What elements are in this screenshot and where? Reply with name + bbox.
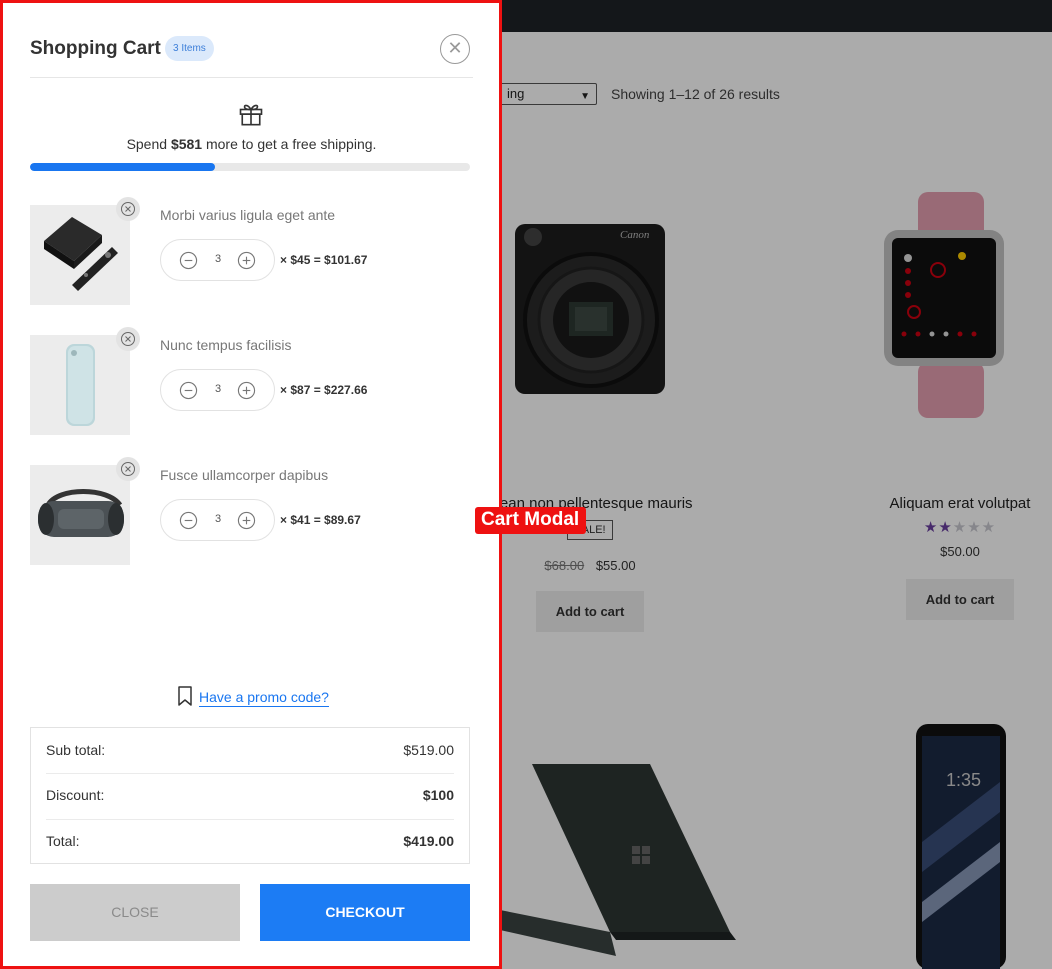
shipping-progress-fill <box>30 163 215 171</box>
gift-icon <box>239 104 263 126</box>
speaker-image <box>38 489 124 537</box>
cart-item-line-total: × $41 = $89.67 <box>280 513 361 527</box>
subtotal-value: $519.00 <box>403 742 454 758</box>
minus-circle-icon[interactable] <box>179 381 198 400</box>
iphone-case-image <box>66 344 95 426</box>
cart-item: Morbi varius ligula eget ante 3 × $45 = … <box>30 197 473 305</box>
bookmark-icon <box>178 686 192 706</box>
cart-item: Nunc tempus facilisis 3 × $87 = $227.66 <box>30 327 473 435</box>
quantity-value[interactable]: 3 <box>203 253 233 265</box>
subtotal-label: Sub total: <box>46 742 106 758</box>
plus-circle-icon[interactable] <box>237 511 256 530</box>
cart-count-badge: 3 Items <box>165 36 214 61</box>
total-value: $419.00 <box>403 833 454 849</box>
quantity-stepper: 3 <box>160 369 275 411</box>
cart-item-thumbnail[interactable] <box>30 205 130 305</box>
checkout-button[interactable]: CHECKOUT <box>260 884 470 941</box>
promo-code-link[interactable]: Have a promo code? <box>199 689 329 707</box>
remove-item-button[interactable] <box>116 327 140 351</box>
cart-item-name[interactable]: Morbi varius ligula eget ante <box>160 207 335 223</box>
cart-item-thumbnail[interactable] <box>30 465 130 565</box>
cart-item: Fusce ullamcorper dapibus 3 × $41 = $89.… <box>30 457 473 565</box>
cart-item-name[interactable]: Fusce ullamcorper dapibus <box>160 467 328 483</box>
cart-item-name[interactable]: Nunc tempus facilisis <box>160 337 292 353</box>
shipping-suffix: more to get a free shipping. <box>202 136 377 152</box>
plus-circle-icon[interactable] <box>237 251 256 270</box>
quantity-stepper: 3 <box>160 239 275 281</box>
annotation-label: Cart Modal <box>475 507 587 534</box>
subtotal-row: Sub total: $519.00 <box>46 728 454 773</box>
header-divider <box>30 77 473 78</box>
total-row: Total: $419.00 <box>46 819 454 864</box>
free-shipping-message: Spend $581 more to get a free shipping. <box>30 136 473 152</box>
minus-circle-icon[interactable] <box>179 251 198 270</box>
cart-item-line-total: × $45 = $101.67 <box>280 253 368 267</box>
cart-item-thumbnail[interactable] <box>30 335 130 435</box>
cart-title: Shopping Cart <box>30 38 161 59</box>
shipping-progress-bar <box>30 163 470 171</box>
apple-tv-image <box>44 217 118 291</box>
remove-item-button[interactable] <box>116 197 140 221</box>
plus-circle-icon[interactable] <box>237 381 256 400</box>
cart-summary: Sub total: $519.00 Discount: $100 Total:… <box>30 727 470 864</box>
remove-circle-icon <box>121 202 135 216</box>
total-label: Total: <box>46 833 80 849</box>
cart-modal-content: Shopping Cart 3 Items ✕ Spend $581 more … <box>30 3 473 966</box>
discount-value: $100 <box>422 787 454 803</box>
discount-row: Discount: $100 <box>46 773 454 818</box>
cart-header: Shopping Cart 3 Items ✕ <box>30 33 473 65</box>
shipping-amount: $581 <box>170 136 203 152</box>
close-button[interactable]: ✕ <box>440 34 470 64</box>
shipping-prefix: Spend <box>126 136 171 152</box>
cart-item-line-total: × $87 = $227.66 <box>280 383 368 397</box>
minus-circle-icon[interactable] <box>179 511 198 530</box>
cart-modal: Shopping Cart 3 Items ✕ Spend $581 more … <box>0 0 502 969</box>
remove-item-button[interactable] <box>116 457 140 481</box>
remove-circle-icon <box>121 332 135 346</box>
close-cart-button[interactable]: CLOSE <box>30 884 240 941</box>
remove-circle-icon <box>121 462 135 476</box>
discount-label: Discount: <box>46 787 105 803</box>
close-icon: ✕ <box>447 38 463 58</box>
quantity-stepper: 3 <box>160 499 275 541</box>
quantity-value[interactable]: 3 <box>203 513 233 525</box>
quantity-value[interactable]: 3 <box>203 383 233 395</box>
